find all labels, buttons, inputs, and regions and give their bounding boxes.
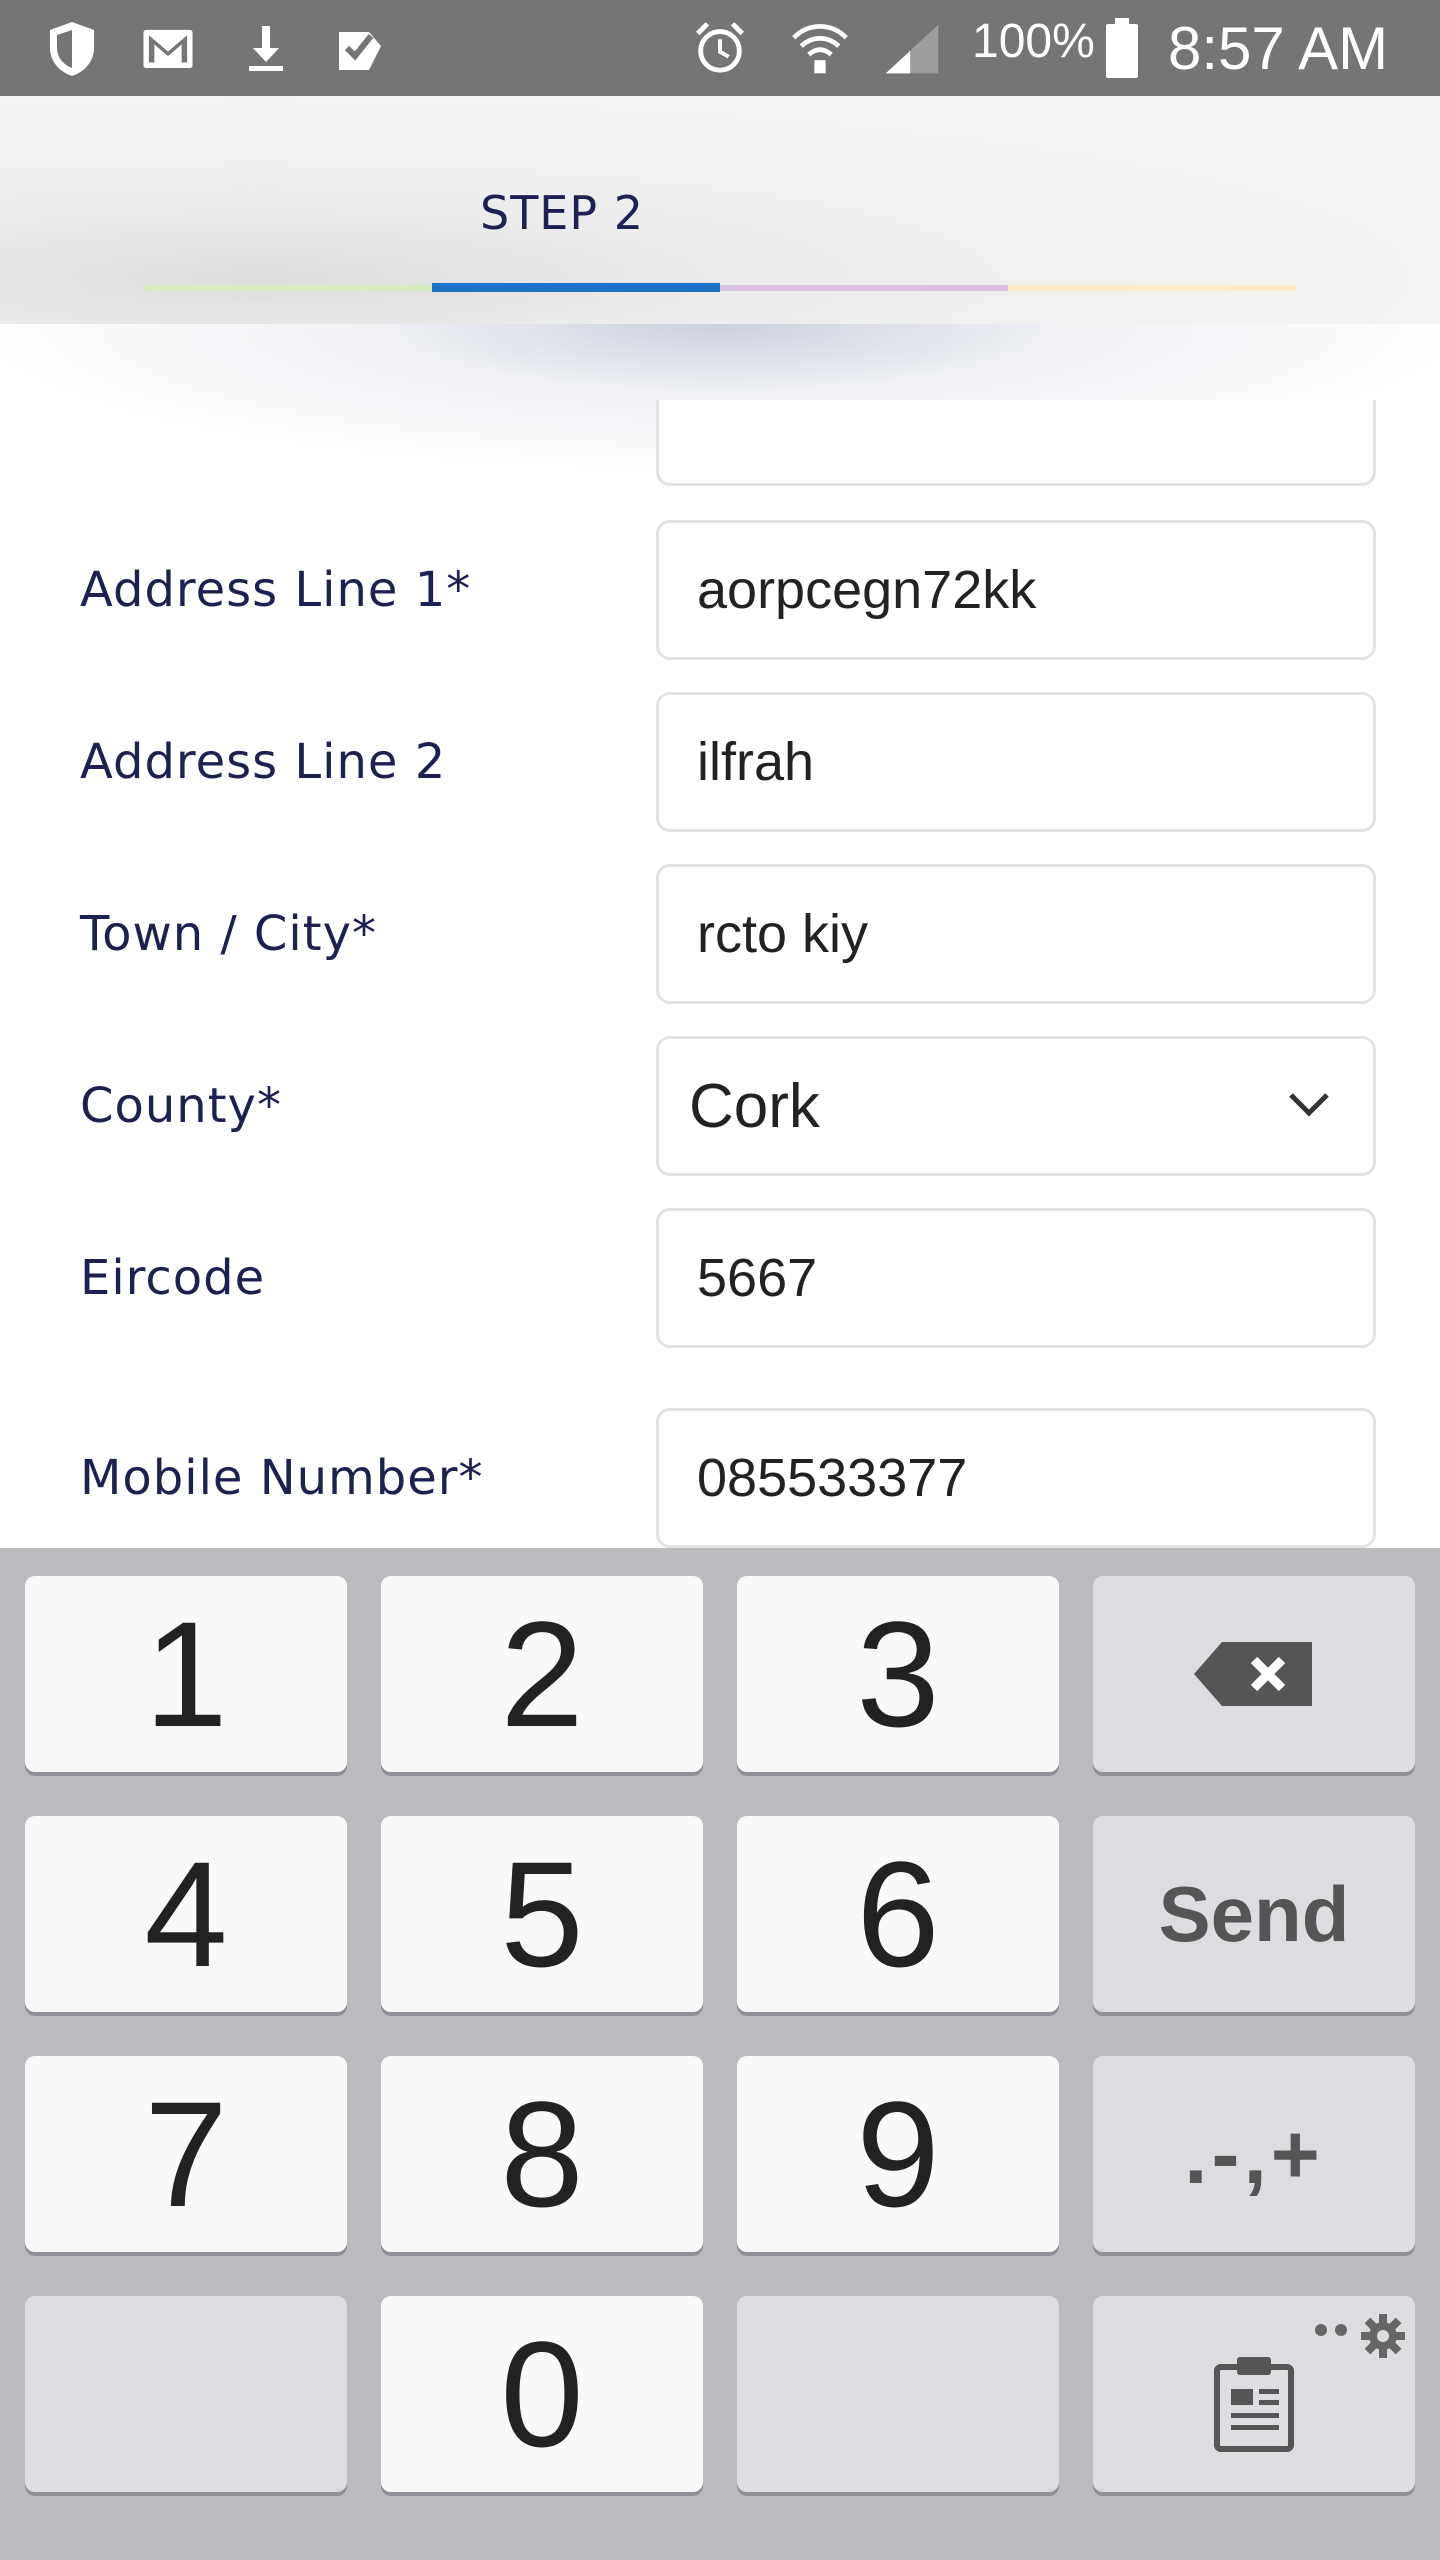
blank-key-left[interactable] [25,2296,347,2492]
address-line-2-input[interactable]: ilfrah [656,692,1376,832]
symbols-key-label: .-,+ [1184,2106,1324,2201]
town-city-label: Town / City* [80,906,377,962]
progress-segment-1 [144,285,432,291]
download-icon [236,18,296,78]
mobile-number-input[interactable]: 085533377 [656,1408,1376,1548]
key-4-label: 4 [144,1830,228,1998]
step-label: STEP 2 [480,186,644,240]
key-6-label: 6 [856,1830,940,1998]
send-key[interactable]: Send [1093,1816,1415,2012]
county-select[interactable]: Cork [656,1036,1376,1176]
shield-icon [42,18,102,78]
key-5-label: 5 [500,1830,584,1998]
backspace-key[interactable] [1093,1576,1415,1772]
chevron-down-icon [1289,1093,1329,1117]
key-7[interactable]: 7 [25,2056,347,2252]
county-label: County* [80,1078,282,1134]
key-9-label: 9 [856,2070,940,2238]
backspace-icon [1194,1642,1312,1706]
key-8[interactable]: 8 [381,2056,703,2252]
symbols-key[interactable]: .-,+ [1093,2056,1415,2252]
key-3-label: 3 [856,1590,940,1758]
town-city-input[interactable]: rcto kiy [656,864,1376,1004]
address-line-1-label: Address Line 1* [80,562,472,618]
clipboard-settings-key[interactable] [1093,2296,1415,2492]
key-8-label: 8 [500,2070,584,2238]
address-line-2-label: Address Line 2 [80,734,447,790]
key-7-label: 7 [144,2070,228,2238]
address-line-1-input[interactable]: aorpcegn72kk [656,520,1376,660]
blank-key-right[interactable] [737,2296,1059,2492]
battery-percent: 100% [972,15,1095,68]
status-bar: 100% 8:57 AM [0,0,1440,96]
key-0-label: 0 [500,2310,584,2478]
settings-gear-icon [1315,2314,1405,2358]
eircode-input[interactable]: 5667 [656,1208,1376,1348]
key-9[interactable]: 9 [737,2056,1059,2252]
progress-segment-4 [1008,285,1296,291]
battery-icon [1092,18,1152,78]
alarm-icon [690,18,750,78]
signal-icon [882,18,942,78]
key-6[interactable]: 6 [737,1816,1059,2012]
send-key-label: Send [1158,1869,1350,1958]
previous-field-partial[interactable] [656,400,1376,486]
progress-segment-2 [432,283,720,292]
eircode-label: Eircode [80,1250,266,1306]
clock: 8:57 AM [1168,15,1389,82]
county-select-value: Cork [689,1071,820,1141]
key-1[interactable]: 1 [25,1576,347,1772]
mobile-number-label: Mobile Number* [80,1450,484,1506]
key-5[interactable]: 5 [381,1816,703,2012]
key-2[interactable]: 2 [381,1576,703,1772]
key-2-label: 2 [500,1590,584,1758]
key-1-label: 1 [144,1590,228,1758]
step-header: STEP 2 [0,96,1440,324]
clipboard-icon [1214,2357,1294,2452]
numeric-keyboard: 1 2 3 4 5 6 Send 7 8 9 .-,+ 0 [0,1548,1440,2560]
key-3[interactable]: 3 [737,1576,1059,1772]
key-4[interactable]: 4 [25,1816,347,2012]
key-0[interactable]: 0 [381,2296,703,2492]
task-check-icon [332,18,392,78]
gmail-icon [138,18,198,78]
wifi-icon [790,18,850,78]
progress-segment-3 [720,285,1008,291]
